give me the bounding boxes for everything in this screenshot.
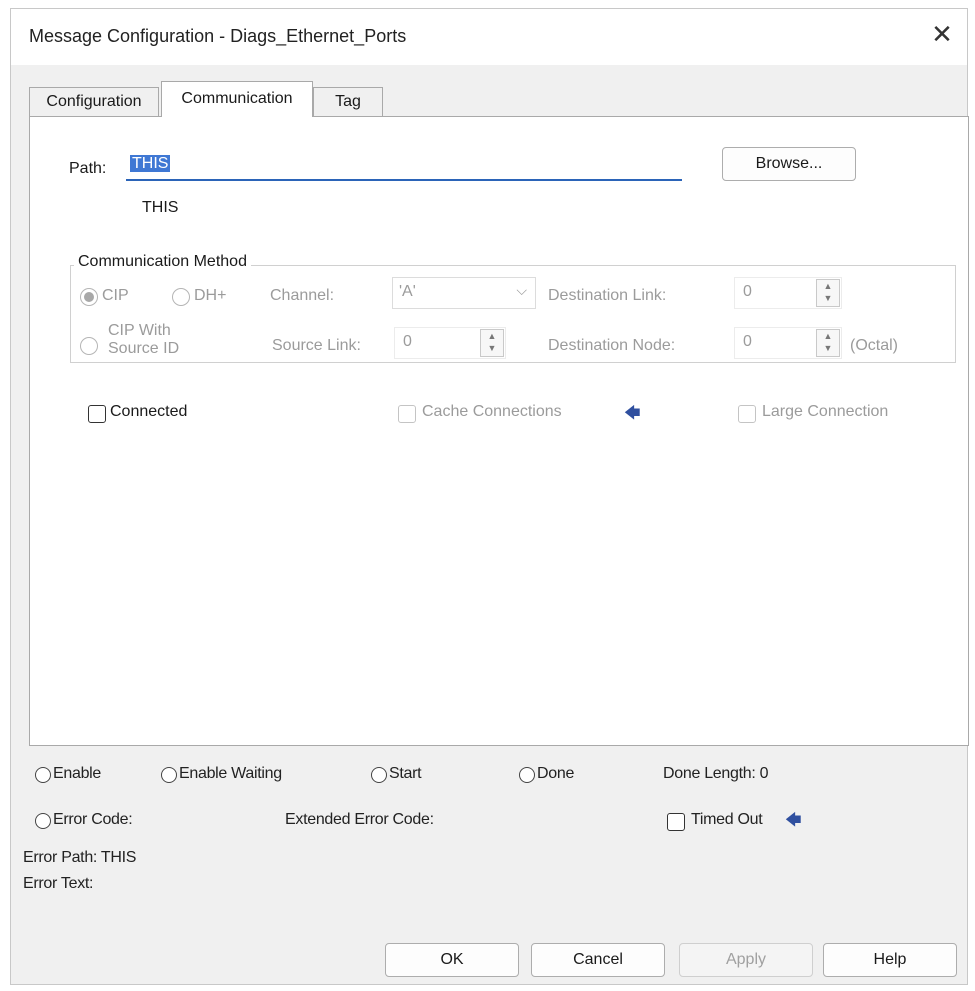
- close-button[interactable]: ✕: [925, 19, 959, 51]
- cancel-button[interactable]: Cancel: [531, 943, 665, 977]
- cip-source-id-label-line2: Source ID: [108, 340, 180, 357]
- browse-button[interactable]: Browse...: [722, 147, 856, 181]
- chevron-down-icon: ⌵: [516, 282, 527, 298]
- done-label: Done: [537, 765, 575, 782]
- error-code-indicator: [35, 813, 51, 829]
- cip-source-id-label: CIP With Source ID: [108, 322, 179, 358]
- done-indicator: [519, 767, 535, 783]
- help-button[interactable]: Help: [823, 943, 957, 977]
- window-title: Message Configuration - Diags_Ethernet_P…: [29, 26, 407, 46]
- connected-label: Connected: [110, 403, 188, 420]
- destination-node-label: Destination Node:: [548, 337, 676, 354]
- message-configuration-dialog: Message Configuration - Diags_Ethernet_P…: [10, 8, 969, 985]
- error-text-label: Error Text:: [23, 875, 94, 892]
- destination-link-spin-buttons[interactable]: ▲ ▼: [816, 279, 840, 307]
- large-connection-checkbox[interactable]: [738, 405, 756, 423]
- tab-tag[interactable]: Tag: [313, 87, 383, 117]
- done-length-label: Done Length: 0: [663, 765, 769, 782]
- enable-waiting-indicator: [161, 767, 177, 783]
- enable-indicator: [35, 767, 51, 783]
- channel-label: Channel:: [270, 287, 335, 304]
- source-link-value: 0: [403, 333, 412, 350]
- cip-radio[interactable]: [80, 288, 98, 306]
- ok-button[interactable]: OK: [385, 943, 519, 977]
- source-link-label: Source Link:: [272, 337, 361, 354]
- communication-method-title: Communication Method: [74, 253, 251, 271]
- cip-source-id-radio[interactable]: [80, 337, 98, 355]
- path-input[interactable]: THIS: [126, 153, 682, 181]
- timed-out-checkbox[interactable]: [667, 813, 685, 831]
- path-input-value: THIS: [130, 155, 171, 172]
- dh-plus-label: DH+: [194, 287, 227, 304]
- cache-connections-label: Cache Connections: [422, 403, 562, 420]
- source-link-spin-buttons[interactable]: ▲ ▼: [480, 329, 504, 357]
- enable-label: Enable: [53, 765, 102, 782]
- left-arrow-icon: 🡄: [624, 405, 641, 422]
- dh-plus-radio[interactable]: [172, 288, 190, 306]
- path-resolved-text: THIS: [142, 199, 179, 216]
- destination-node-value: 0: [743, 333, 752, 350]
- path-label: Path:: [69, 160, 107, 177]
- timed-out-label: Timed Out: [691, 811, 763, 828]
- tab-configuration[interactable]: Configuration: [29, 87, 159, 117]
- enable-waiting-label: Enable Waiting: [179, 765, 282, 782]
- apply-button[interactable]: Apply: [679, 943, 813, 977]
- communication-panel: Path: THIS Browse... THIS Communication …: [29, 116, 969, 746]
- destination-node-spin-buttons[interactable]: ▲ ▼: [816, 329, 840, 357]
- error-path-label: Error Path: THIS: [23, 849, 137, 866]
- channel-select[interactable]: 'A' ⌵: [392, 277, 536, 309]
- error-code-label: Error Code:: [53, 811, 133, 828]
- channel-value: 'A': [399, 283, 416, 300]
- left-arrow-icon: 🡄: [785, 812, 802, 829]
- title-bar: Message Configuration - Diags_Ethernet_P…: [11, 9, 967, 65]
- start-indicator: [371, 767, 387, 783]
- tab-communication[interactable]: Communication: [161, 81, 313, 117]
- extended-error-code-label: Extended Error Code:: [285, 811, 434, 828]
- start-label: Start: [389, 765, 422, 782]
- connected-checkbox[interactable]: [88, 405, 106, 423]
- cip-source-id-label-line1: CIP With: [108, 322, 171, 339]
- cip-label: CIP: [102, 287, 129, 304]
- destination-link-label: Destination Link:: [548, 287, 667, 304]
- octal-label: (Octal): [850, 337, 898, 354]
- cache-connections-checkbox[interactable]: [398, 405, 416, 423]
- large-connection-label: Large Connection: [762, 403, 889, 420]
- destination-link-value: 0: [743, 283, 752, 300]
